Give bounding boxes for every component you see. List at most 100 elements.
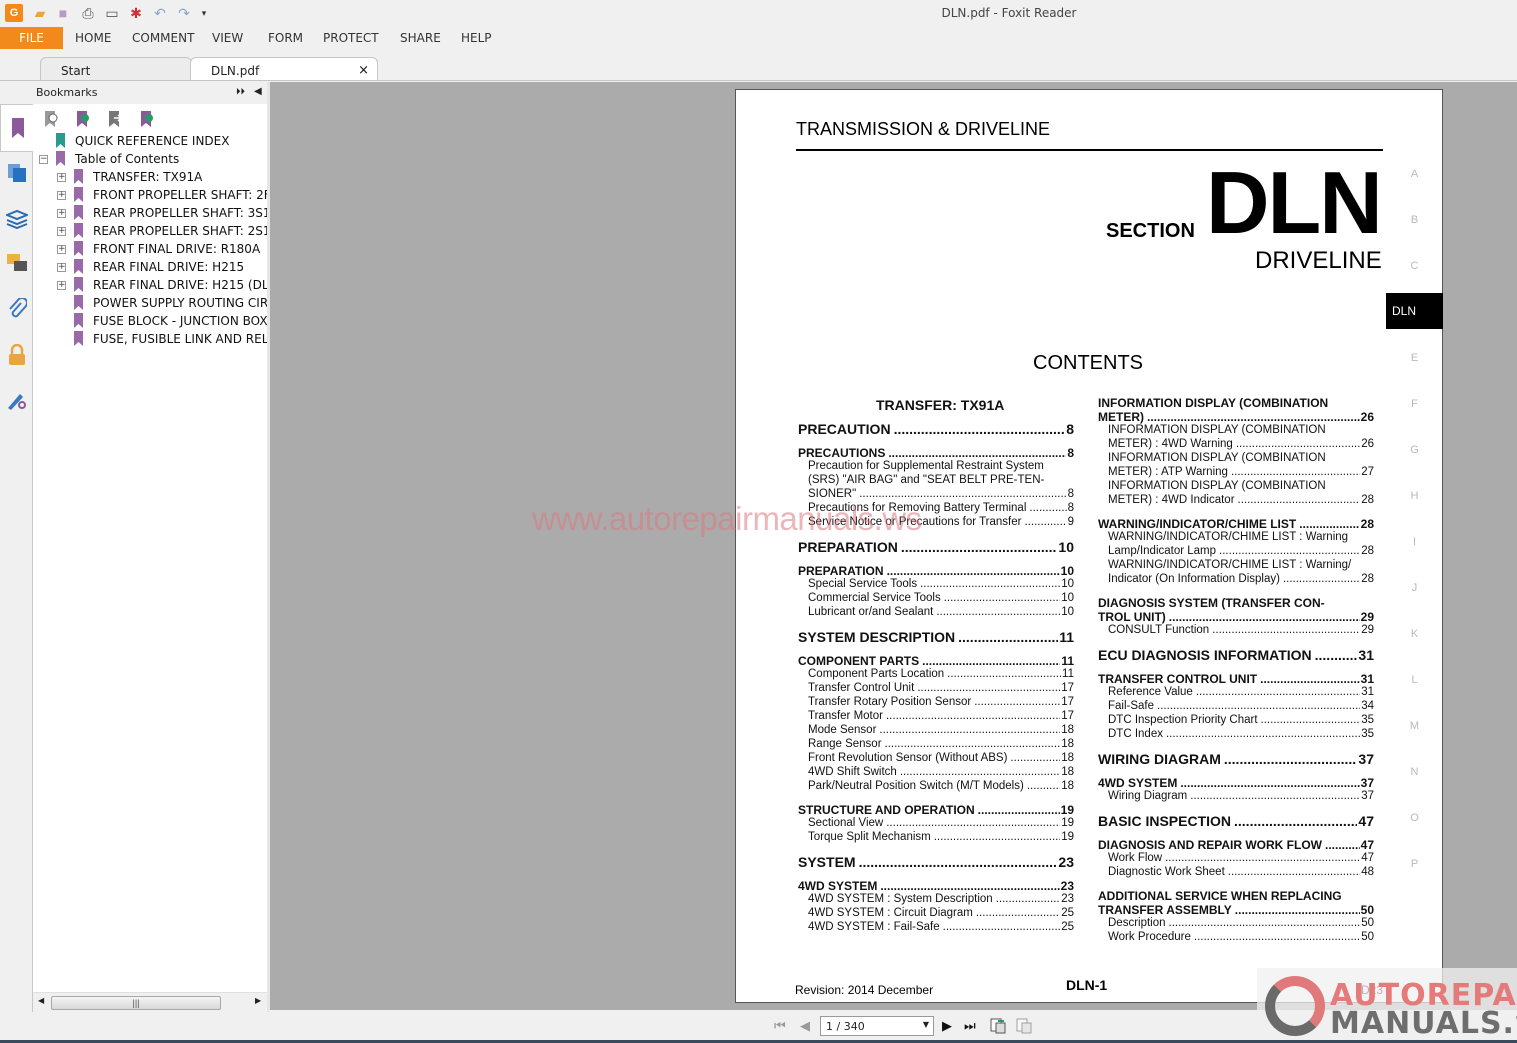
menu-home[interactable]: HOME — [75, 31, 111, 45]
toc-entry[interactable]: 4WD SYSTEM : Fail-Safe 25 — [798, 921, 1074, 933]
expand-bookmark-icon[interactable] — [139, 110, 157, 128]
comments-panel-icon[interactable] — [6, 252, 28, 274]
toc-entry[interactable]: METER) 26 — [1098, 410, 1374, 424]
toc-entry-text[interactable]: INFORMATION DISPLAY (COMBINATION — [1098, 452, 1326, 464]
menu-help[interactable]: HELP — [461, 31, 492, 45]
toc-entry[interactable]: Torque Split Mechanism 19 — [798, 831, 1074, 843]
menu-share[interactable]: SHARE — [400, 31, 441, 45]
scroll-left-arrow-icon[interactable]: ◀ — [38, 996, 44, 1005]
toc-entry[interactable]: Range Sensor 18 — [798, 738, 1074, 750]
bookmark-item[interactable]: + REAR PROPELLER SHAFT: 2S13 — [33, 222, 267, 240]
bookmark-item[interactable]: + REAR FINAL DRIVE: H215 — [33, 258, 267, 276]
toc-entry[interactable]: Commercial Service Tools 10 — [798, 592, 1074, 604]
tab-start[interactable]: Start — [40, 57, 192, 81]
collapse-panel-icon[interactable]: ◀ — [254, 86, 262, 97]
toc-entry[interactable]: Sectional View 19 — [798, 817, 1074, 829]
toc-entry[interactable]: 4WD SYSTEM 37 — [1098, 776, 1374, 790]
toc-entry[interactable]: Special Service Tools 10 — [798, 578, 1074, 590]
toc-entry[interactable]: SYSTEM DESCRIPTION 11 — [798, 629, 1074, 645]
next-page-icon[interactable]: ▶ — [942, 1018, 952, 1034]
toc-entry[interactable]: DTC Index 35 — [1098, 728, 1374, 740]
bookmarks-horizontal-scrollbar[interactable]: ◀ ||| ▶ — [33, 992, 267, 1012]
toc-entry[interactable]: METER) : 4WD Indicator 28 — [1098, 494, 1374, 506]
signatures-panel-icon[interactable] — [6, 390, 28, 412]
toc-entry[interactable]: Fail-Safe 34 — [1098, 700, 1374, 712]
file-menu[interactable]: FILE — [0, 27, 63, 49]
toc-entry[interactable]: Reference Value 31 — [1098, 686, 1374, 698]
toc-entry[interactable]: WARNING/INDICATOR/CHIME LIST 28 — [1098, 517, 1374, 531]
bookmark-item[interactable]: + FRONT PROPELLER SHAFT: 2F1 — [33, 186, 267, 204]
tab-dln-pdf[interactable]: DLN.pdf × — [190, 57, 378, 81]
toc-entry[interactable]: PREPARATION 10 — [798, 539, 1074, 555]
collapse-node-icon[interactable]: − — [39, 155, 48, 164]
expand-node-icon[interactable]: + — [57, 281, 66, 290]
expand-node-icon[interactable]: + — [57, 227, 66, 236]
toc-entry-text[interactable]: INFORMATION DISPLAY (COMBINATION — [1098, 424, 1326, 436]
close-tab-icon[interactable]: × — [358, 63, 369, 78]
toc-entry[interactable]: ECU DIAGNOSIS INFORMATION 31 — [1098, 647, 1374, 663]
toc-entry[interactable]: 4WD Shift Switch 18 — [798, 766, 1074, 778]
bookmark-item[interactable]: FUSE BLOCK - JUNCTION BOX ( — [33, 312, 267, 330]
bookmarks-panel-icon[interactable] — [0, 104, 34, 152]
toc-entry[interactable]: PRECAUTIONS 8 — [798, 446, 1074, 460]
previous-page-icon[interactable]: ◀ — [800, 1018, 810, 1034]
layers-panel-icon[interactable] — [6, 208, 28, 230]
toc-entry[interactable]: Lamp/Indicator Lamp 28 — [1098, 545, 1374, 557]
next-view-icon[interactable] — [1016, 1018, 1032, 1037]
toc-entry[interactable]: STRUCTURE AND OPERATION 19 — [798, 803, 1074, 817]
toc-entry-text[interactable]: (SRS) "AIR BAG" and "SEAT BELT PRE-TEN- — [798, 474, 1044, 486]
toc-entry[interactable]: Park/Neutral Position Switch (M/T Models… — [798, 780, 1074, 792]
toc-entry[interactable]: SYSTEM 23 — [798, 854, 1074, 870]
bookmark-item[interactable]: QUICK REFERENCE INDEX — [33, 132, 267, 150]
toc-entry[interactable]: Transfer Rotary Position Sensor 17 — [798, 696, 1074, 708]
toc-entry[interactable]: Transfer Control Unit 17 — [798, 682, 1074, 694]
toc-entry[interactable]: SIONER" 8 — [798, 488, 1074, 500]
bookmark-item[interactable]: − Table of Contents — [33, 150, 267, 168]
bookmark-item[interactable]: + REAR FINAL DRIVE: H215 (DL) — [33, 276, 267, 294]
toc-entry[interactable]: TRANSFER ASSEMBLY 50 — [1098, 903, 1374, 917]
toc-entry-text[interactable]: ADDITIONAL SERVICE WHEN REPLACING — [1098, 889, 1342, 903]
toc-entry[interactable]: 4WD SYSTEM : System Description 23 — [798, 893, 1074, 905]
bookmark-item[interactable]: + FRONT FINAL DRIVE: R180A — [33, 240, 267, 258]
page-number-field[interactable]: 1 / 340 ▼ — [820, 1016, 934, 1036]
toc-entry-text[interactable]: INFORMATION DISPLAY (COMBINATION — [1098, 480, 1326, 492]
toc-entry[interactable]: Diagnostic Work Sheet 48 — [1098, 866, 1374, 878]
scrollbar-thumb[interactable]: ||| — [51, 996, 221, 1010]
expand-node-icon[interactable]: + — [57, 263, 66, 272]
toc-entry[interactable]: Transfer Motor 17 — [798, 710, 1074, 722]
security-panel-icon[interactable] — [6, 344, 28, 366]
last-page-icon[interactable]: ⏭ — [964, 1018, 976, 1034]
menu-protect[interactable]: PROTECT — [323, 31, 379, 45]
previous-view-icon[interactable] — [990, 1018, 1006, 1037]
delete-bookmark-icon[interactable] — [43, 110, 61, 128]
toc-entry-text[interactable]: INFORMATION DISPLAY (COMBINATION — [1098, 396, 1328, 410]
toc-entry[interactable]: PRECAUTION 8 — [798, 421, 1074, 437]
toc-entry[interactable]: Work Procedure 50 — [1098, 931, 1374, 943]
toc-entry[interactable]: TROL UNIT) 29 — [1098, 610, 1374, 624]
toc-entry[interactable]: Work Flow 47 — [1098, 852, 1374, 864]
toc-entry[interactable]: Mode Sensor 18 — [798, 724, 1074, 736]
page-dropdown-icon[interactable]: ▼ — [923, 1020, 929, 1029]
menu-form[interactable]: FORM — [268, 31, 303, 45]
move-bookmark-icon[interactable] — [107, 110, 125, 128]
toc-entry[interactable]: PREPARATION 10 — [798, 564, 1074, 578]
toc-entry[interactable]: WIRING DIAGRAM 37 — [1098, 751, 1374, 767]
add-bookmark-icon[interactable] — [75, 110, 93, 128]
toc-entry-text[interactable]: DIAGNOSIS SYSTEM (TRANSFER CON- — [1098, 596, 1325, 610]
toc-entry[interactable]: CONSULT Function 29 — [1098, 624, 1374, 636]
toc-entry[interactable]: 4WD SYSTEM : Circuit Diagram 25 — [798, 907, 1074, 919]
toc-entry[interactable]: Front Revolution Sensor (Without ABS) 18 — [798, 752, 1074, 764]
expand-node-icon[interactable]: + — [57, 209, 66, 218]
first-page-icon[interactable]: ⏮ — [774, 1018, 786, 1034]
bookmark-item[interactable]: + REAR PROPELLER SHAFT: 3S13 — [33, 204, 267, 222]
expand-node-icon[interactable]: + — [57, 245, 66, 254]
toc-entry-text[interactable]: Precaution for Supplemental Restraint Sy… — [798, 460, 1044, 472]
toc-entry[interactable]: Component Parts Location 11 — [798, 668, 1074, 680]
attachments-panel-icon[interactable] — [6, 298, 28, 320]
expand-node-icon[interactable]: + — [57, 191, 66, 200]
pages-panel-icon[interactable] — [6, 162, 28, 184]
toc-entry[interactable]: COMPONENT PARTS 11 — [798, 654, 1074, 668]
bookmark-item[interactable]: + TRANSFER: TX91A — [33, 168, 267, 186]
toc-entry[interactable]: METER) : 4WD Warning 26 — [1098, 438, 1374, 450]
toc-entry[interactable]: Lubricant or/and Sealant 10 — [798, 606, 1074, 618]
